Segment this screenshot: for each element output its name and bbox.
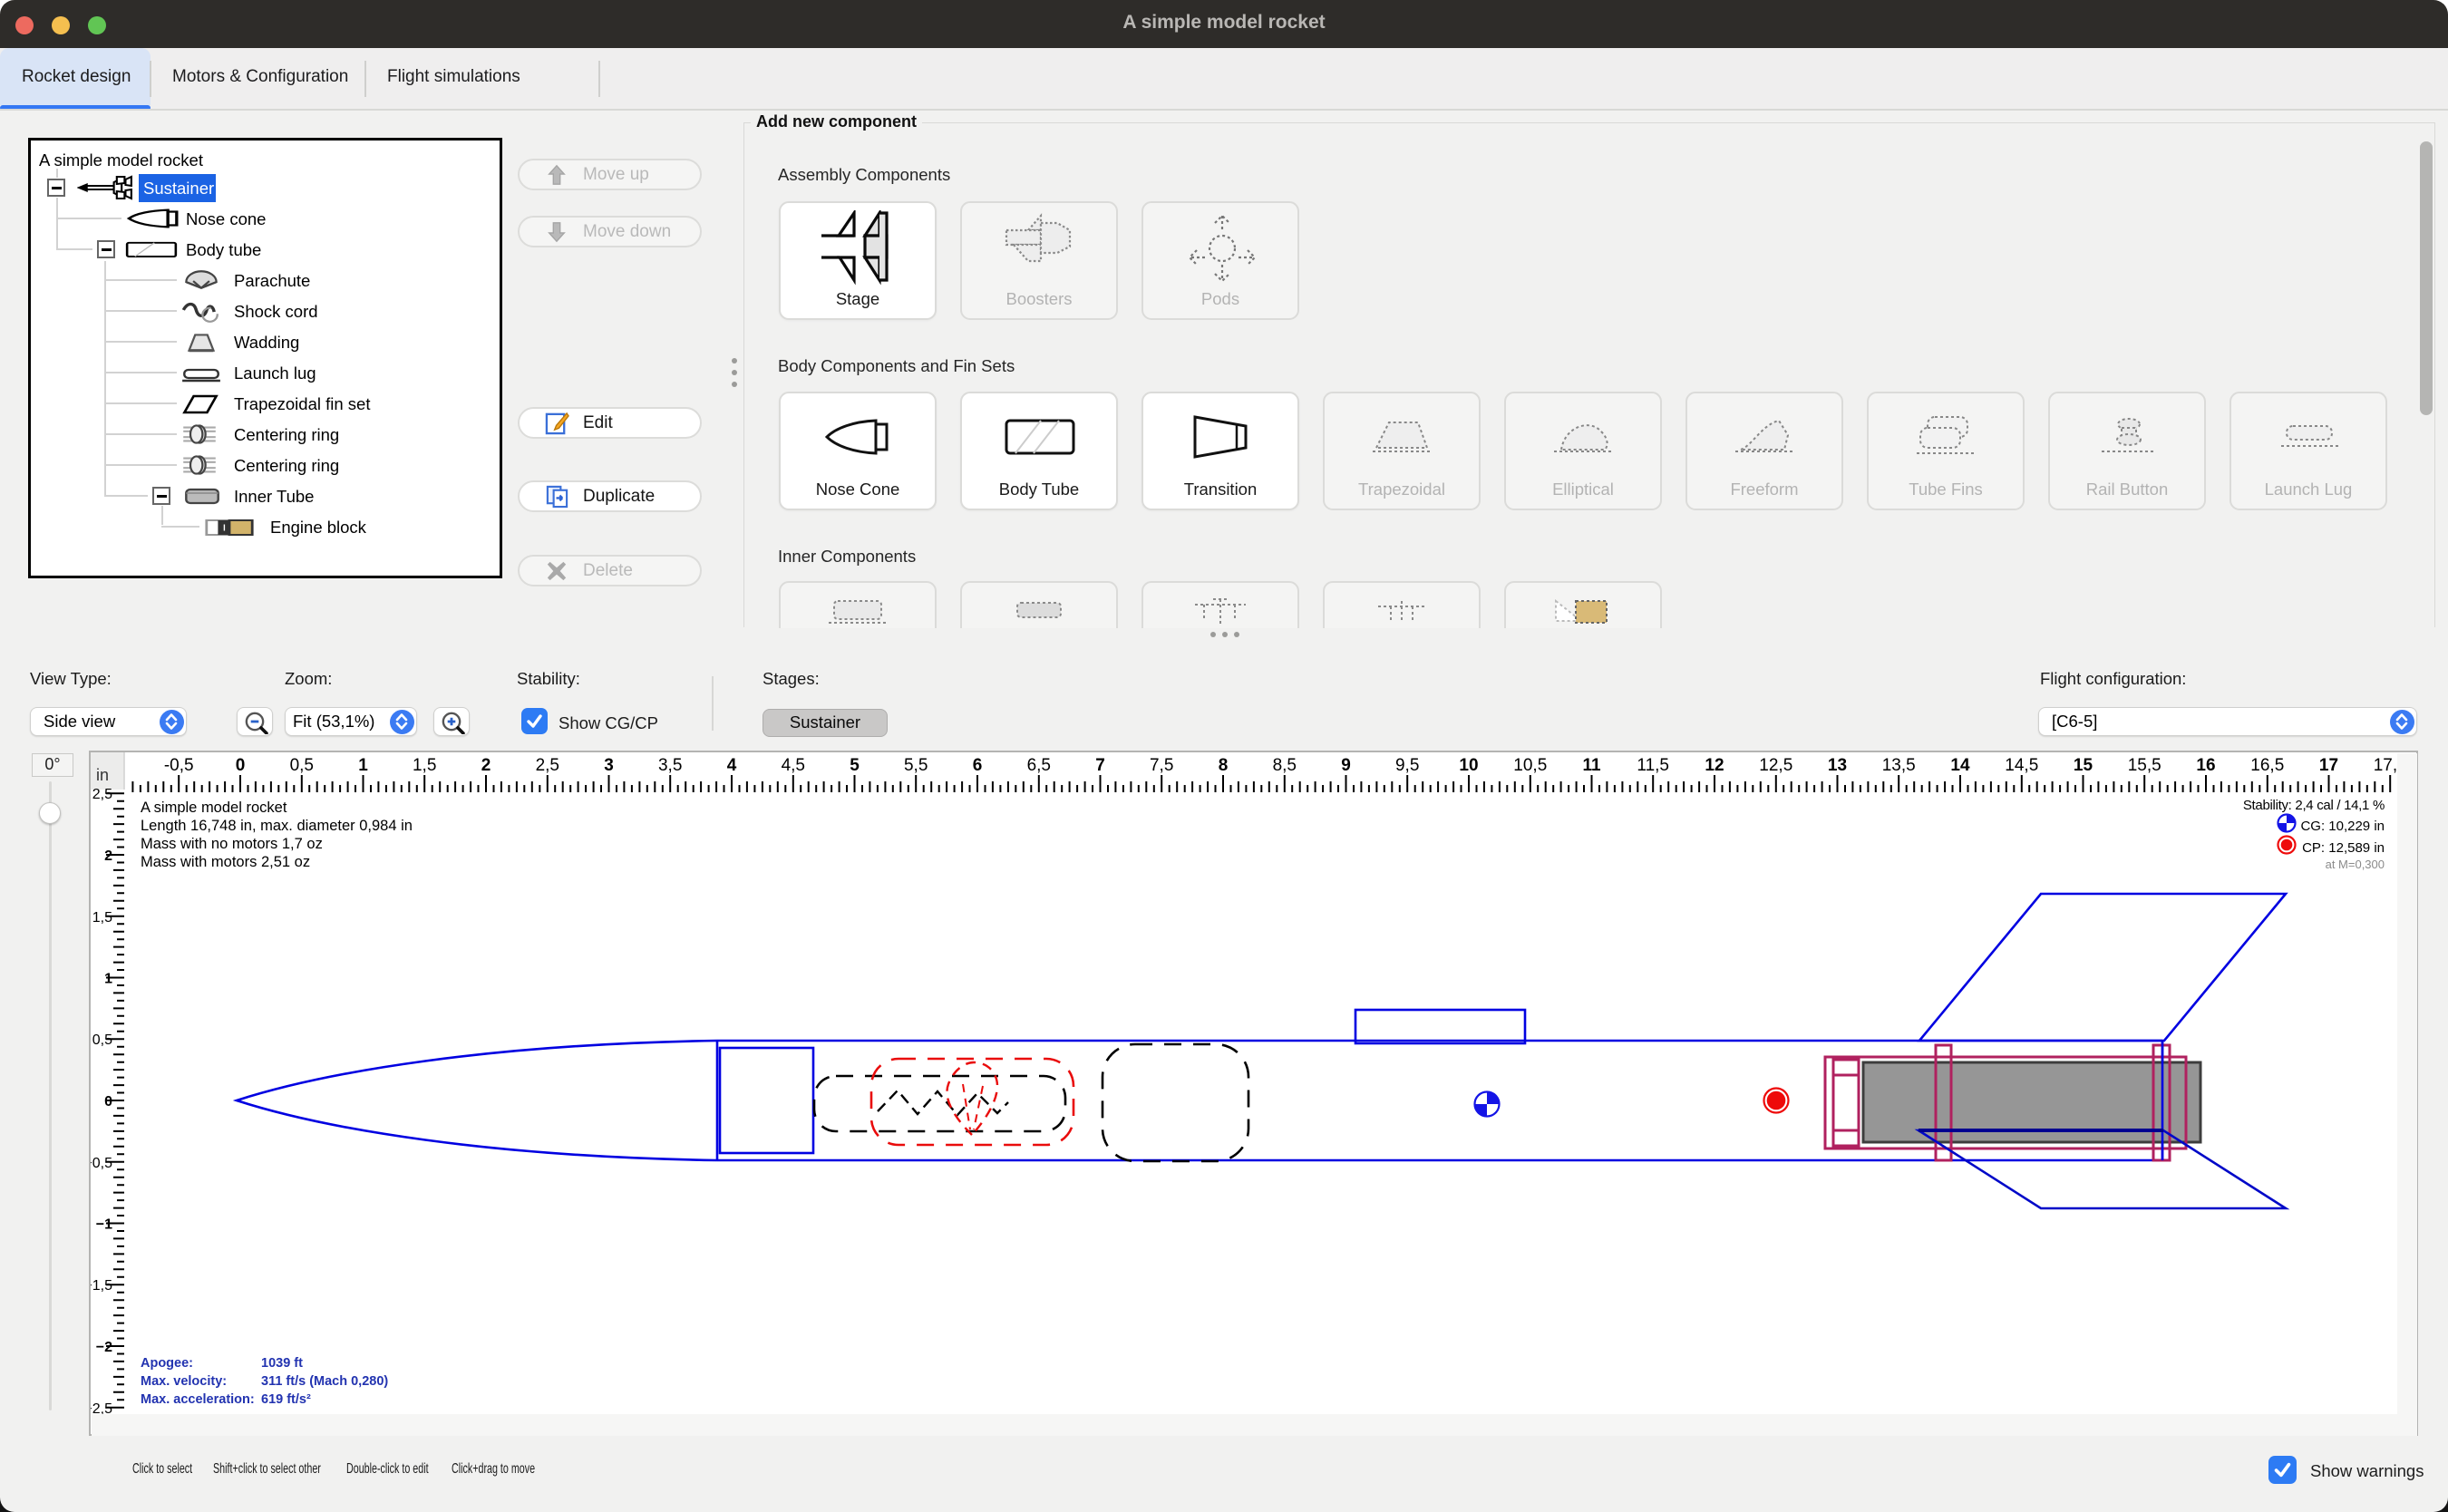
- svg-text:8,5: 8,5: [1273, 756, 1297, 775]
- svg-text:15: 15: [2074, 756, 2093, 775]
- svg-text:−1,5: −1,5: [91, 1278, 112, 1294]
- svg-text:9,5: 9,5: [1395, 756, 1419, 775]
- svg-text:12: 12: [1705, 756, 1724, 775]
- svg-text:3,5: 3,5: [658, 756, 682, 775]
- svg-text:CP: 12,589 in: CP: 12,589 in: [2302, 840, 2385, 856]
- svg-text:CG: 10,229 in: CG: 10,229 in: [2300, 819, 2385, 834]
- svg-text:7,5: 7,5: [1150, 756, 1173, 775]
- svg-text:17: 17: [2319, 756, 2338, 775]
- svg-text:11,5: 11,5: [1637, 756, 1669, 775]
- svg-text:−2: −2: [96, 1340, 112, 1355]
- svg-text:0,5: 0,5: [92, 1032, 112, 1048]
- svg-text:1,5: 1,5: [413, 756, 436, 775]
- svg-text:Length 16,748 in, max. diamete: Length 16,748 in, max. diameter 0,984 in: [141, 818, 413, 834]
- svg-text:7: 7: [1095, 756, 1105, 775]
- svg-text:1,5: 1,5: [92, 910, 112, 926]
- svg-text:13: 13: [1828, 756, 1847, 775]
- svg-text:2: 2: [481, 756, 491, 775]
- svg-text:10: 10: [1459, 756, 1478, 775]
- svg-text:Apogee:: Apogee:: [141, 1356, 193, 1371]
- svg-text:-0,5: -0,5: [164, 756, 194, 775]
- svg-text:5: 5: [850, 756, 860, 775]
- svg-text:4: 4: [727, 756, 737, 775]
- svg-text:2,5: 2,5: [92, 787, 112, 802]
- svg-text:2,5: 2,5: [536, 756, 559, 775]
- svg-text:12,5: 12,5: [1759, 756, 1792, 775]
- svg-text:2: 2: [104, 848, 112, 864]
- svg-text:−0,5: −0,5: [91, 1156, 112, 1171]
- svg-text:in: in: [96, 766, 109, 784]
- svg-text:10,5: 10,5: [1513, 756, 1547, 775]
- svg-text:6,5: 6,5: [1027, 756, 1051, 775]
- svg-text:6: 6: [973, 756, 983, 775]
- svg-text:9: 9: [1341, 756, 1351, 775]
- svg-text:0: 0: [104, 1094, 112, 1110]
- svg-text:Stability: 2,4 cal / 14,1 %: Stability: 2,4 cal / 14,1 %: [2243, 798, 2385, 813]
- svg-text:0,5: 0,5: [290, 756, 314, 775]
- svg-text:1: 1: [358, 756, 368, 775]
- svg-text:3: 3: [604, 756, 614, 775]
- svg-text:14,5: 14,5: [2005, 756, 2038, 775]
- svg-text:4,5: 4,5: [782, 756, 805, 775]
- svg-text:5,5: 5,5: [904, 756, 928, 775]
- svg-text:15,5: 15,5: [2128, 756, 2161, 775]
- svg-text:11: 11: [1582, 756, 1601, 775]
- svg-text:16,5: 16,5: [2250, 756, 2284, 775]
- svg-text:16: 16: [2196, 756, 2215, 775]
- svg-text:311 ft/s (Mach 0,280): 311 ft/s (Mach 0,280): [261, 1374, 388, 1389]
- svg-text:0: 0: [236, 756, 246, 775]
- svg-text:1039 ft: 1039 ft: [261, 1356, 303, 1371]
- svg-text:13,5: 13,5: [1882, 756, 1916, 775]
- svg-text:at M=0,300: at M=0,300: [2326, 858, 2385, 871]
- svg-text:8: 8: [1219, 756, 1229, 775]
- svg-text:Mass with motors 2,51 oz: Mass with motors 2,51 oz: [141, 854, 310, 870]
- svg-text:14: 14: [1950, 756, 1970, 775]
- svg-text:Max. acceleration:: Max. acceleration:: [141, 1392, 255, 1407]
- svg-text:1: 1: [104, 972, 112, 987]
- svg-text:−1: −1: [96, 1217, 112, 1233]
- svg-text:Mass with no motors 1,7 oz: Mass with no motors 1,7 oz: [141, 836, 323, 852]
- svg-text:A simple model rocket: A simple model rocket: [141, 800, 287, 816]
- svg-text:Max. velocity:: Max. velocity:: [141, 1374, 227, 1389]
- svg-text:619 ft/s²: 619 ft/s²: [261, 1392, 311, 1407]
